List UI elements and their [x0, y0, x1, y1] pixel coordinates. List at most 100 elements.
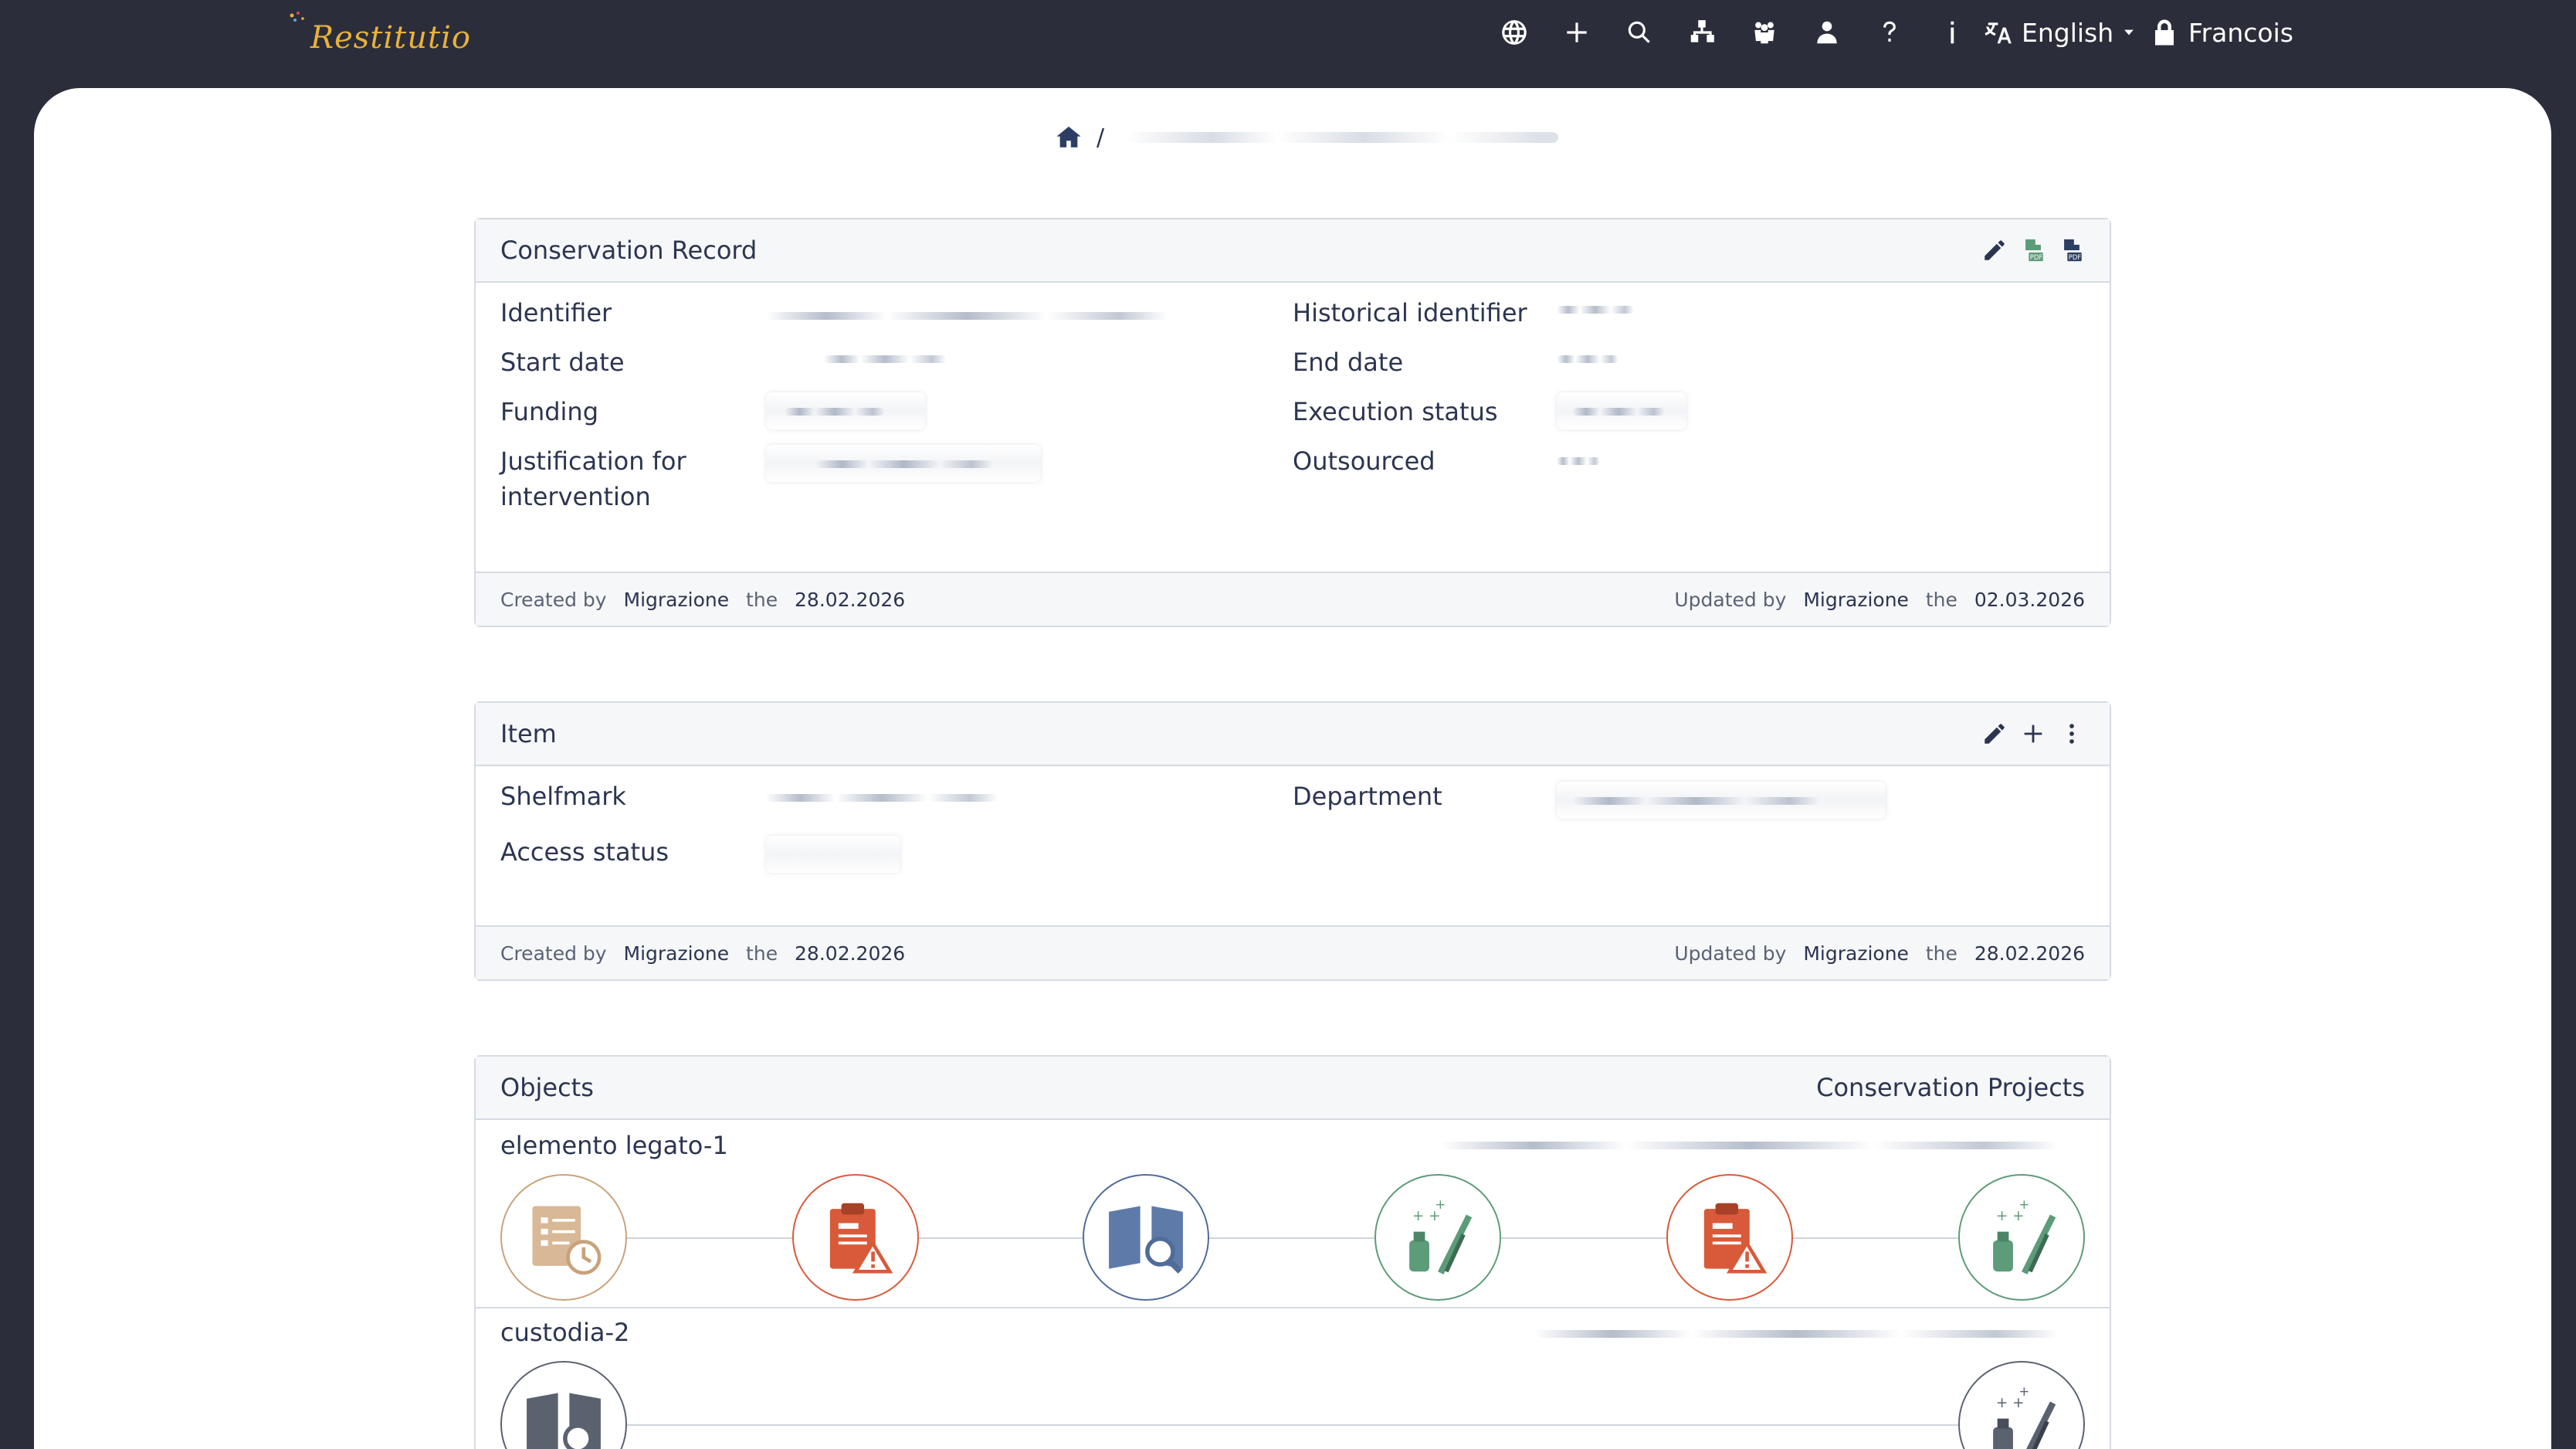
updated-by-label: Updated by [1674, 942, 1787, 965]
objects-card: Objects Conservation Projects elemento l… [474, 1055, 2111, 1449]
identifier-value-redacted [766, 312, 1168, 320]
start-date-value-redacted [823, 355, 947, 363]
funding-value-trace [785, 408, 885, 416]
pdf-export-icon[interactable]: PDF [2020, 237, 2046, 263]
timeline-line [561, 1424, 2028, 1426]
home-icon[interactable] [1055, 124, 1083, 151]
access-status-label: Access status [500, 837, 669, 867]
card-footer: Created by Migrazione the 28.02.2026 Upd… [476, 572, 2110, 626]
shelfmark-label: Shelfmark [500, 782, 626, 811]
object-row-projects-redacted [1441, 1142, 2059, 1149]
breadcrumb-redacted [1126, 132, 1559, 143]
updated-the: the [1925, 942, 1957, 965]
user-name: Francois [2188, 17, 2293, 48]
conservation-projects-label[interactable]: Conservation Projects [1816, 1073, 2085, 1102]
pencil-icon[interactable] [1981, 237, 2008, 263]
caret-down-icon [2124, 29, 2134, 36]
users-icon[interactable] [1733, 0, 1795, 65]
restoration-tools-icon[interactable]: + + + [1958, 1361, 2085, 1449]
updated-date: 28.02.2026 [1974, 942, 2085, 965]
user-icon[interactable] [1795, 0, 1858, 65]
created-info: Created by Migrazione the 28.02.2026 [500, 942, 916, 965]
updated-by-user[interactable]: Migrazione [1803, 942, 1909, 965]
object-row-label[interactable]: elemento legato-1 [500, 1131, 728, 1160]
row-divider [476, 1307, 2110, 1308]
outsourced-label: Outsourced [1293, 446, 1435, 476]
outsourced-value-redacted [1557, 457, 1600, 465]
justification-value-trace [815, 460, 993, 468]
updated-date: 02.03.2026 [1974, 588, 2085, 611]
language-label: English [2022, 17, 2114, 48]
report-warning-icon[interactable] [792, 1174, 919, 1301]
execution-status-label: Execution status [1293, 397, 1498, 426]
end-date-label: End date [1293, 348, 1404, 377]
created-date: 28.02.2026 [795, 942, 906, 965]
top-navbar: Restitutio English Francois [0, 0, 2576, 88]
logo-sparkle-icon [290, 12, 304, 22]
object-row-label[interactable]: custodia-2 [500, 1318, 629, 1347]
created-date: 28.02.2026 [795, 588, 906, 611]
updated-by-label: Updated by [1674, 588, 1787, 611]
created-the: the [746, 588, 778, 611]
breadcrumb: / [1055, 122, 1559, 153]
restoration-tools-icon[interactable]: + + + [1374, 1174, 1501, 1301]
objects-title: Objects [500, 1073, 594, 1102]
card-tools: PDF PDF [1981, 237, 2085, 263]
logo-text: Restitutio [310, 20, 471, 56]
language-selector[interactable]: English [1985, 0, 2137, 65]
search-icon[interactable] [1608, 0, 1670, 65]
updated-info: Updated by Migrazione the 28.02.2026 [1674, 942, 2085, 965]
item-card: Item Shelfmark Department Access status … [474, 701, 2111, 981]
card-tools [1981, 721, 2085, 747]
report-warning-icon[interactable] [1666, 1174, 1793, 1301]
plus-icon[interactable] [1545, 0, 1608, 65]
pdf-download-icon[interactable]: PDF [2059, 237, 2085, 263]
created-by-user[interactable]: Migrazione [624, 589, 730, 611]
justification-label: Justification for intervention [500, 446, 686, 511]
checklist-clock-icon[interactable] [500, 1174, 627, 1301]
created-info: Created by Migrazione the 28.02.2026 [500, 589, 916, 611]
card-title: Conservation Record [500, 236, 758, 265]
restoration-tools-icon[interactable]: + + + [1958, 1174, 2085, 1301]
globe-icon[interactable] [1483, 0, 1545, 65]
kebab-menu-icon[interactable] [2059, 721, 2085, 747]
card-header: Objects Conservation Projects [476, 1057, 2110, 1120]
sitemap-icon[interactable] [1670, 0, 1733, 65]
updated-by-user[interactable]: Migrazione [1803, 589, 1909, 611]
svg-text:+: + [2018, 1197, 2029, 1212]
nav-icon-bar [1483, 0, 1983, 65]
created-by-label: Created by [500, 942, 607, 965]
svg-text:+: + [1435, 1197, 1446, 1212]
app-logo[interactable]: Restitutio [290, 11, 471, 65]
svg-text:PDF: PDF [2030, 254, 2043, 262]
access-status-value-redacted [766, 836, 900, 873]
book-search-icon[interactable] [500, 1361, 627, 1449]
card-body: Identifier Historical identifier Start d… [476, 283, 2110, 573]
department-label: Department [1293, 782, 1442, 811]
info-icon[interactable] [1920, 0, 1983, 65]
objects-body: elemento legato-1 + + + + + + custodia-2… [476, 1120, 2110, 1449]
user-menu[interactable]: Francois [2153, 0, 2293, 65]
updated-the: the [1925, 588, 1957, 611]
created-by-user[interactable]: Migrazione [624, 942, 730, 965]
card-title: Item [500, 719, 557, 748]
svg-text:+: + [2018, 1384, 2029, 1399]
shelfmark-value-redacted [766, 794, 998, 802]
plus-icon[interactable] [2020, 721, 2046, 747]
book-search-icon[interactable] [1083, 1174, 1209, 1301]
start-date-label: Start date [500, 348, 625, 377]
created-the: the [746, 942, 778, 965]
lock-icon [2155, 19, 2174, 46]
conservation-record-card: Conservation Record PDF PDF Identifier H… [474, 218, 2111, 627]
card-header: Item [476, 703, 2110, 766]
end-date-value-redacted [1557, 355, 1618, 363]
breadcrumb-separator: / [1096, 124, 1105, 151]
pencil-icon[interactable] [1981, 721, 2008, 747]
object-row-projects-redacted [1534, 1330, 2059, 1338]
question-icon[interactable] [1858, 0, 1920, 65]
translate-icon [1985, 22, 2012, 44]
created-by-label: Created by [500, 588, 607, 611]
funding-label: Funding [500, 397, 599, 426]
card-footer: Created by Migrazione the 28.02.2026 Upd… [476, 925, 2110, 979]
historical-identifier-label: Historical identifier [1293, 298, 1527, 327]
